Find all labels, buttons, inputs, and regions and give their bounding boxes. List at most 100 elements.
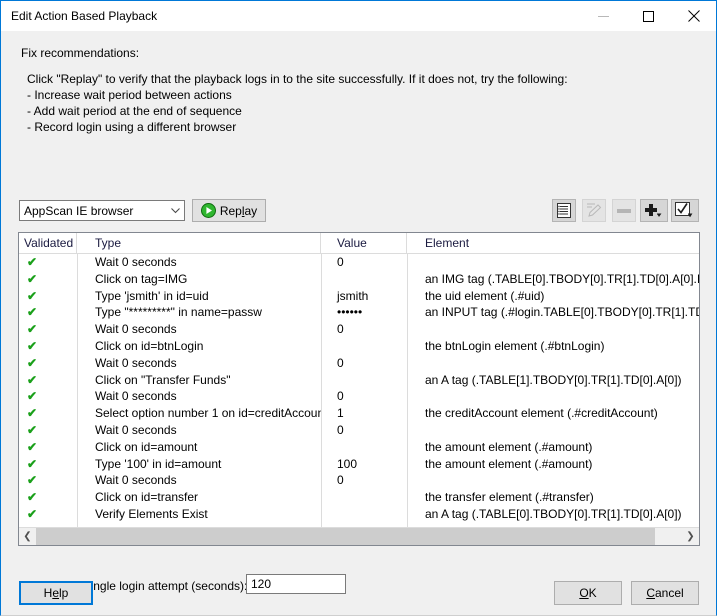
cell-type: Click on id=btnLogin xyxy=(95,338,204,353)
cell-validated: ✔ xyxy=(27,506,38,521)
help-button-label: Help xyxy=(43,586,69,600)
cancel-button[interactable]: Cancel xyxy=(631,581,699,605)
cell-element xyxy=(407,388,699,405)
cell-validated: ✔ xyxy=(27,422,38,437)
cell-type: Wait 0 seconds xyxy=(95,355,177,370)
scrollbar-track[interactable] xyxy=(36,528,682,545)
cell-validated: ✔ xyxy=(27,456,38,471)
cell-element: the btnLogin element (.#btnLogin) xyxy=(425,338,605,353)
actions-grid[interactable]: Validated Type Value Element ✔ Wait 0 sec… xyxy=(18,232,700,546)
column-header-element[interactable]: Element xyxy=(407,233,699,253)
cell-element: an A tag (.TABLE[0].TBODY[0].TR[1].TD[0]… xyxy=(425,506,682,521)
table-row[interactable]: ✔ Wait 0 seconds 0 xyxy=(19,422,699,439)
cell-validated: ✔ xyxy=(27,288,38,303)
cell-element: an INPUT tag (.#login.TABLE[0].TBODY[0].… xyxy=(425,305,699,320)
table-row[interactable]: ✔ Wait 0 seconds 0 xyxy=(19,388,699,405)
cell-validated: ✔ xyxy=(27,305,38,320)
help-button[interactable]: Help xyxy=(19,581,93,605)
cell-type: Click on tag=IMG xyxy=(95,271,188,286)
cell-value: 0 xyxy=(337,473,344,488)
browser-select-value: AppScan IE browser xyxy=(24,203,134,218)
cell-value xyxy=(321,506,407,523)
cell-type: Type 'jsmith' in id=uid xyxy=(95,288,209,303)
table-row[interactable]: ✔ Wait 0 seconds 0 xyxy=(19,355,699,372)
table-row[interactable]: ✔ Click on id=amount the amount element (.… xyxy=(19,439,699,456)
browser-select[interactable]: AppScan IE browser xyxy=(19,200,185,221)
close-button[interactable] xyxy=(671,2,716,31)
cell-validated: ✔ xyxy=(27,389,38,404)
column-header-validated[interactable]: Validated xyxy=(19,233,77,253)
recommendation-line: - Add wait period at the end of sequence xyxy=(27,104,242,118)
table-row[interactable]: ✔ Click on id=btnLogin the btnLogin elemen… xyxy=(19,338,699,355)
add-action-button[interactable] xyxy=(640,199,668,222)
cell-value xyxy=(321,489,407,506)
cell-validated: ✔ xyxy=(27,255,38,269)
cell-type: Wait 0 seconds xyxy=(95,255,177,269)
pencil-edit-icon xyxy=(587,203,602,217)
edit-action-button[interactable] xyxy=(582,199,606,222)
window-title: Edit Action Based Playback xyxy=(11,9,158,23)
table-row[interactable]: ✔ Click on tag=IMG an IMG tag (.TABLE[0].T… xyxy=(19,271,699,288)
cell-element xyxy=(407,422,699,439)
edit-action-based-playback-dialog: Edit Action Based Playback Fix recommend… xyxy=(0,0,717,616)
table-row[interactable]: ✔ Wait 0 seconds 0 xyxy=(19,321,699,338)
cell-element xyxy=(407,254,699,271)
timeout-input[interactable] xyxy=(246,574,346,594)
maximize-icon xyxy=(643,10,654,22)
cell-value: 0 xyxy=(337,322,344,337)
plus-dropdown-icon xyxy=(645,203,662,217)
cell-value xyxy=(321,372,407,389)
scrollbar-thumb[interactable] xyxy=(36,528,655,545)
cell-element: the uid element (.#uid) xyxy=(425,288,545,303)
minimize-icon xyxy=(598,15,609,17)
table-row[interactable]: ✔ Type '100' in id=amount 100 the amount el… xyxy=(19,456,699,473)
cell-type: Wait 0 seconds xyxy=(95,322,177,337)
cancel-button-label: Cancel xyxy=(646,586,684,600)
cell-validated: ✔ xyxy=(27,372,38,387)
cell-element: the amount element (.#amount) xyxy=(425,456,593,471)
horizontal-scrollbar[interactable]: ❮ ❯ xyxy=(19,527,699,545)
ok-button[interactable]: OK xyxy=(554,581,622,605)
maximize-button[interactable] xyxy=(626,2,671,31)
grid-header-row: Validated Type Value Element xyxy=(19,233,699,254)
cell-element xyxy=(407,321,699,338)
title-bar: Edit Action Based Playback xyxy=(1,1,716,31)
remove-action-button[interactable] xyxy=(612,199,636,222)
cell-value: 0 xyxy=(337,255,344,269)
minimize-button[interactable] xyxy=(581,2,626,31)
table-row[interactable]: ✔ Click on "Transfer Funds" an A tag (.TAB… xyxy=(19,372,699,389)
cell-type: Click on "Transfer Funds" xyxy=(95,372,231,387)
table-row[interactable]: ✔ Type "*********" in name=passw •••••• an … xyxy=(19,304,699,321)
cell-validated: ✔ xyxy=(27,338,38,353)
table-row[interactable]: ✔ Type 'jsmith' in id=uid jsmith the uid el… xyxy=(19,288,699,305)
chevron-down-icon xyxy=(167,207,184,214)
cell-element: the transfer element (.#transfer) xyxy=(425,490,594,505)
column-header-type[interactable]: Type xyxy=(77,233,321,253)
chevron-right-icon[interactable]: ❯ xyxy=(682,528,699,545)
replay-button-label: Replay xyxy=(219,203,258,218)
table-row[interactable]: ✔ Wait 0 seconds 0 xyxy=(19,254,699,271)
replay-button[interactable]: Replay xyxy=(192,199,266,222)
recommendations-text: Click "Replay" to verify that the playba… xyxy=(27,71,568,135)
verify-action-button[interactable] xyxy=(671,199,699,222)
table-row[interactable]: ✔ Select option number 1 on id=creditAcco… xyxy=(19,405,699,422)
cell-value xyxy=(321,271,407,288)
recommendation-line: Click "Replay" to verify that the playba… xyxy=(27,72,568,86)
cell-validated: ✔ xyxy=(27,406,38,421)
recommendation-line: - Increase wait period between actions xyxy=(27,88,232,102)
checkbox-dropdown-icon xyxy=(675,202,693,218)
chevron-left-icon[interactable]: ❮ xyxy=(19,528,36,545)
table-row[interactable]: ✔ Click on id=transfer the transfer elemen… xyxy=(19,489,699,506)
table-row[interactable]: ✔ Verify Elements Exist an A tag (.TABLE[0… xyxy=(19,506,699,523)
column-header-value[interactable]: Value xyxy=(321,233,407,253)
cell-value: 1 xyxy=(337,406,344,421)
list-details-icon xyxy=(557,203,571,218)
cell-type: Click on id=amount xyxy=(95,439,198,454)
cell-value: jsmith xyxy=(337,288,369,303)
table-row[interactable]: ✔ Wait 0 seconds 0 xyxy=(19,472,699,489)
cell-type: Select option number 1 on id=creditAccou… xyxy=(95,406,321,421)
details-view-button[interactable] xyxy=(552,199,576,222)
cell-element xyxy=(407,355,699,372)
cell-validated: ✔ xyxy=(27,355,38,370)
cell-validated: ✔ xyxy=(27,473,38,488)
